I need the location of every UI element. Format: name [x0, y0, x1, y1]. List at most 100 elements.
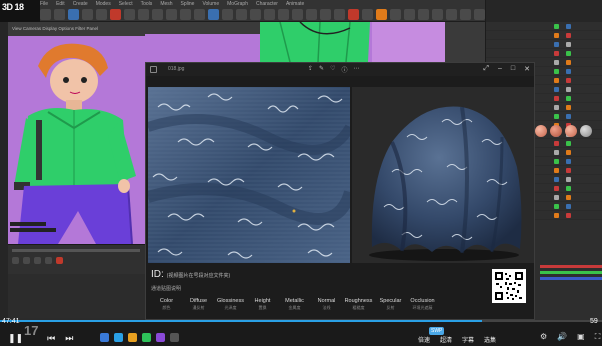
record-icon[interactable]: [56, 257, 63, 264]
minimize-icon[interactable]: –: [498, 65, 502, 73]
object-tag-icon[interactable]: [554, 60, 559, 65]
prev-frame-icon[interactable]: [23, 257, 30, 264]
tool-h-icon[interactable]: [460, 9, 471, 20]
redshift-icon[interactable]: [348, 9, 359, 20]
fullscreen-icon[interactable]: ⛶: [595, 332, 601, 342]
object-tag-icon[interactable]: [554, 33, 559, 38]
tool-a-icon[interactable]: [362, 9, 373, 20]
object-tag-icon[interactable]: [554, 78, 559, 83]
tool-e-icon[interactable]: [418, 9, 429, 20]
object-tag-icon[interactable]: [554, 177, 559, 182]
menu-item[interactable]: Spline: [181, 1, 195, 9]
object-tag-icon[interactable]: [554, 195, 559, 200]
render-view-icon[interactable]: [180, 9, 191, 20]
object-tag-icon[interactable]: [554, 105, 559, 110]
pip-icon[interactable]: ▣: [577, 332, 585, 342]
scale-icon[interactable]: [82, 9, 93, 20]
object-tag-icon[interactable]: [554, 141, 559, 146]
menu-item[interactable]: Modes: [96, 1, 111, 9]
material-ball[interactable]: [565, 125, 577, 137]
subdivide-icon[interactable]: [236, 9, 247, 20]
red-channel-bar[interactable]: [540, 265, 602, 268]
tool-c-icon[interactable]: [390, 9, 401, 20]
draped-cloth-image[interactable]: [352, 87, 534, 263]
menu-item[interactable]: Animate: [286, 1, 304, 9]
pen-icon[interactable]: [222, 9, 233, 20]
object-tag-icon[interactable]: [566, 87, 571, 92]
cube-icon[interactable]: [208, 9, 219, 20]
video-progress-bar[interactable]: [0, 320, 602, 322]
app-icon-edge[interactable]: [114, 333, 123, 342]
close-icon[interactable]: ✕: [524, 65, 530, 73]
first-frame-icon[interactable]: [12, 257, 19, 264]
object-tag-icon[interactable]: [566, 168, 571, 173]
object-tag-icon[interactable]: [566, 213, 571, 218]
render-settings-icon[interactable]: [194, 9, 205, 20]
fabric-texture-image[interactable]: [148, 87, 350, 263]
timeline-track[interactable]: [12, 249, 140, 252]
object-tag-icon[interactable]: [566, 78, 571, 83]
object-tag-icon[interactable]: [554, 213, 559, 218]
menu-item[interactable]: Character: [256, 1, 278, 9]
deformer-icon[interactable]: [264, 9, 275, 20]
object-tag-icon[interactable]: [566, 51, 571, 56]
object-tag-icon[interactable]: [566, 150, 571, 155]
array-icon[interactable]: [250, 9, 261, 20]
tool-d-icon[interactable]: [404, 9, 415, 20]
player-option-button[interactable]: 选集: [484, 335, 496, 344]
menu-item[interactable]: Tools: [141, 1, 153, 9]
object-tag-icon[interactable]: [554, 159, 559, 164]
object-tag-icon[interactable]: [566, 60, 571, 65]
floor-icon[interactable]: [278, 9, 289, 20]
x-axis-icon[interactable]: [110, 9, 121, 20]
object-tag-icon[interactable]: [566, 69, 571, 74]
undo-icon[interactable]: [40, 9, 51, 20]
coord-icon[interactable]: [152, 9, 163, 20]
player-option-button[interactable]: 倍速: [418, 335, 430, 344]
object-tag-icon[interactable]: [566, 141, 571, 146]
player-option-button[interactable]: 字幕: [462, 335, 474, 344]
info-icon[interactable]: ⓘ: [341, 65, 347, 74]
next-icon[interactable]: ⏭: [65, 333, 73, 344]
object-tag-icon[interactable]: [566, 204, 571, 209]
app-icon-c4d[interactable]: [156, 333, 165, 342]
more-icon[interactable]: ⋯: [353, 65, 359, 74]
render-region-icon[interactable]: [166, 9, 177, 20]
app-icon-chat[interactable]: [142, 333, 151, 342]
object-tag-icon[interactable]: [554, 186, 559, 191]
app-icon-photos[interactable]: [170, 333, 179, 342]
material-ball[interactable]: [535, 125, 547, 137]
object-tag-icon[interactable]: [566, 186, 571, 191]
object-tag-icon[interactable]: [554, 204, 559, 209]
pause-icon[interactable]: ❚❚: [8, 333, 23, 344]
object-tag-icon[interactable]: [554, 96, 559, 101]
volume-icon[interactable]: 🔊: [557, 332, 567, 342]
menu-item[interactable]: File: [40, 1, 48, 9]
material-ball[interactable]: [580, 125, 592, 137]
object-row[interactable]: [486, 31, 602, 40]
object-tag-icon[interactable]: [554, 42, 559, 47]
plugin-icon[interactable]: [334, 9, 345, 20]
prev-icon[interactable]: ⏮: [47, 333, 55, 344]
maximize-icon[interactable]: □: [511, 65, 515, 73]
object-tag-icon[interactable]: [554, 51, 559, 56]
3d-viewport[interactable]: [8, 36, 145, 244]
camera-icon[interactable]: [292, 9, 303, 20]
object-tag-icon[interactable]: [566, 114, 571, 119]
viewport-top[interactable]: [145, 22, 260, 62]
green-channel-bar[interactable]: [540, 271, 602, 274]
object-tag-icon[interactable]: [554, 150, 559, 155]
edit-icon[interactable]: ✎: [319, 65, 324, 74]
tool-f-icon[interactable]: [432, 9, 443, 20]
object-tag-icon[interactable]: [566, 33, 571, 38]
redo-icon[interactable]: [54, 9, 65, 20]
object-tag-icon[interactable]: [566, 177, 571, 182]
share-icon[interactable]: ⇪: [308, 65, 313, 74]
object-tag-icon[interactable]: [566, 159, 571, 164]
object-tag-icon[interactable]: [566, 195, 571, 200]
z-axis-icon[interactable]: [138, 9, 149, 20]
menu-item[interactable]: Mesh: [160, 1, 172, 9]
timeline-panel[interactable]: [8, 244, 145, 274]
menu-item[interactable]: Create: [73, 1, 88, 9]
viewport-right[interactable]: [260, 22, 445, 62]
